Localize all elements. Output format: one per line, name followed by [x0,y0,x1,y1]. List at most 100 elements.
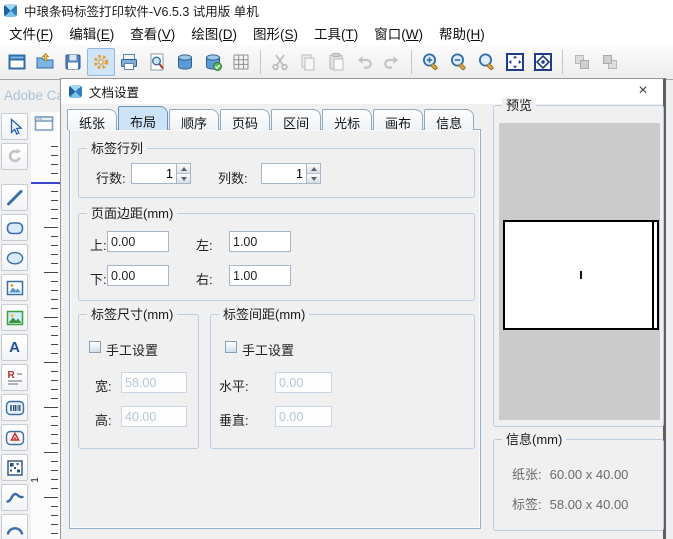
cols-input[interactable] [261,163,307,184]
dialog-tab-6[interactable]: 光标 [322,109,372,130]
menu-item-5[interactable]: 图形(S) [245,20,306,46]
fit-window-icon[interactable] [501,48,529,76]
group-page-margins-title: 页面边距(mm) [87,206,177,221]
dialog-title: 文档设置 [89,82,139,101]
margin-top-input[interactable] [107,231,169,252]
margin-bottom-input[interactable] [107,265,169,286]
preview-paper [503,220,659,330]
grid-icon[interactable] [227,48,255,76]
group-label-gap-title: 标签间距(mm) [219,307,309,322]
gap-horizontal-label: 水平: [219,376,249,395]
pdf417-tool-icon[interactable] [1,424,28,451]
margin-right-label: 右: [196,269,213,288]
menu-item-2[interactable]: 编辑(E) [61,20,122,46]
gap-vertical-label: 垂直: [219,410,249,429]
label-size-manual-checkbox[interactable] [89,341,101,353]
print-preview-icon[interactable] [143,48,171,76]
info-label-value: 58.00 x 40.00 [550,497,629,512]
info-group: 信息(mm) 纸张:60.00 x 40.00 标签:58.00 x 40.00 [493,439,664,531]
gap-vertical-input[interactable] [275,406,332,427]
dialog-tab-1[interactable]: 纸张 [67,109,117,130]
rows-label: 行数: [96,168,126,187]
line-tool-icon[interactable] [1,184,28,211]
rotate-tool-icon[interactable] [1,143,28,170]
menu-item-4[interactable]: 绘图(D) [183,20,245,46]
label-size-manual-label: 手工设置 [106,340,158,359]
redo-icon[interactable] [378,48,406,76]
arc-tool-icon[interactable] [1,514,28,539]
dialog-tab-2[interactable]: 布局 [118,106,168,130]
picture-tool-icon[interactable] [1,274,28,301]
menu-item-1[interactable]: 文件(F) [1,20,61,46]
margin-top-label: 上: [90,235,107,254]
fit-full-icon[interactable] [529,48,557,76]
print-icon[interactable] [115,48,143,76]
select-cursor-tool-icon[interactable] [1,113,28,140]
label-height-input[interactable] [121,406,187,427]
dialog-tab-5[interactable]: 区间 [271,109,321,130]
toolbar-separator [562,50,563,74]
rich-text-tool-icon[interactable]: R [1,364,28,391]
ellipse-tool-icon[interactable] [1,244,28,271]
image-tool-icon[interactable] [1,304,28,331]
group-rows-cols: 标签行列 行数: 列数: [78,148,475,198]
ruler-number: 1 [29,477,41,483]
info-paper-row: 纸张: 60.00 x 40.00 [512,464,628,483]
cols-spin-up[interactable] [307,164,320,173]
toolbar-separator [260,50,261,74]
database-check-icon[interactable] [199,48,227,76]
menu-item-6[interactable]: 工具(T) [306,20,366,46]
dialog-tab-7[interactable]: 画布 [373,109,423,130]
app-icon [4,4,17,17]
preview-area [499,123,660,420]
cols-spin-down[interactable] [307,173,320,183]
margin-bottom-label: 下: [90,269,107,288]
group-label-size: 标签尺寸(mm) 手工设置 宽: 高: [78,314,199,449]
info-paper-value: 60.00 x 40.00 [550,467,629,482]
dialog-tab-4[interactable]: 页码 [220,109,270,130]
bring-front-icon[interactable] [568,48,596,76]
label-gap-manual-checkbox[interactable] [225,341,237,353]
close-icon[interactable]: × [633,81,653,101]
label-width-label: 宽: [95,376,112,395]
copy-icon[interactable] [294,48,322,76]
zoom-icon[interactable] [473,48,501,76]
curve-tool-icon[interactable] [1,484,28,511]
save-icon[interactable] [59,48,87,76]
svg-text:R: R [7,370,15,381]
undo-icon[interactable] [350,48,378,76]
dialog-tab-8[interactable]: 信息 [424,109,474,130]
new-window-icon[interactable] [3,48,31,76]
cut-icon[interactable] [266,48,294,76]
background-document-tab[interactable]: Adobe Ca [4,88,60,103]
dialog-titlebar: 文档设置 × [61,79,663,104]
page-setup-gear-icon[interactable] [87,48,115,76]
menu-item-7[interactable]: 窗口(W) [366,20,431,46]
ruler-corner-icon[interactable] [32,114,56,134]
dialog-tab-3[interactable]: 顺序 [169,109,219,130]
info-paper-label: 纸张: [512,467,542,482]
preview-group: 预览 [493,105,664,427]
document-settings-dialog: 文档设置 × 纸张布局顺序页码区间光标画布信息 标签行列 行数: 列数: 页面边… [60,78,666,539]
rounded-rect-tool-icon[interactable] [1,214,28,241]
barcode-tool-icon[interactable] [1,394,28,421]
dialog-icon [69,85,82,98]
menu-item-3[interactable]: 查看(V) [122,20,183,46]
margin-left-input[interactable] [229,231,291,252]
paste-icon[interactable] [322,48,350,76]
qrcode-tool-icon[interactable] [1,454,28,481]
rows-spin-up[interactable] [177,164,190,173]
preview-group-title: 预览 [502,98,536,113]
send-back-icon[interactable] [596,48,624,76]
margin-right-input[interactable] [229,265,291,286]
open-folder-icon[interactable] [31,48,59,76]
label-width-input[interactable] [121,372,187,393]
gap-horizontal-input[interactable] [275,372,332,393]
zoom-in-icon[interactable] [417,48,445,76]
database-icon[interactable] [171,48,199,76]
rows-input[interactable] [131,163,177,184]
zoom-out-icon[interactable] [445,48,473,76]
rows-spin-down[interactable] [177,173,190,183]
menu-item-8[interactable]: 帮助(H) [431,20,493,46]
text-tool-icon[interactable]: A [1,334,28,361]
